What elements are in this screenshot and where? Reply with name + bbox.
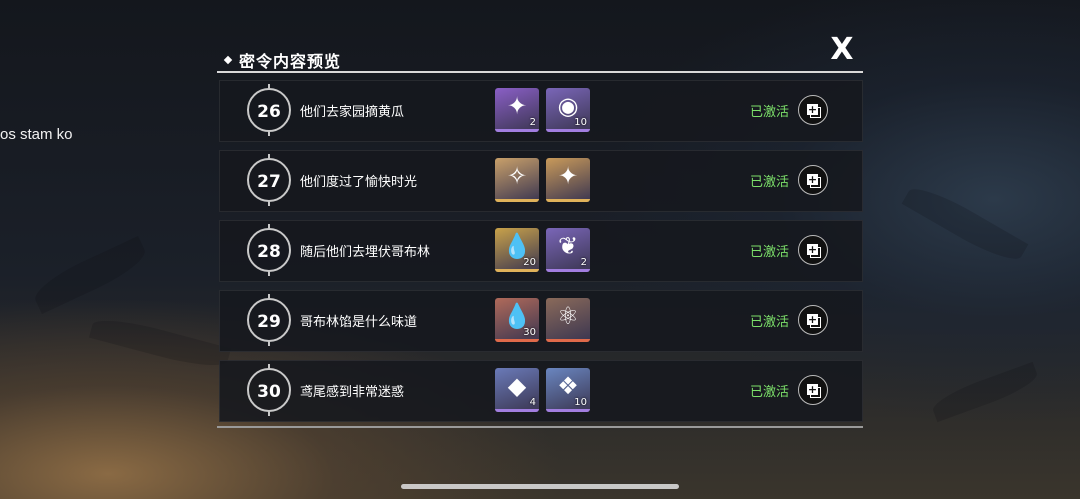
cipher-number-badge: 27 <box>247 154 291 206</box>
plus-icon: + <box>807 243 818 256</box>
cipher-preview-panel: 密令内容预览 26 他们去家园摘黄瓜 ✦ 2 ◉ 10 已激活 +27 他们度过了愉快时光 ✧ ✦ 已… <box>217 40 863 430</box>
reward-item[interactable]: 💧 30 <box>495 298 539 342</box>
cipher-title: 鸢尾感到非常迷惑 <box>300 385 405 400</box>
header-divider <box>217 71 863 73</box>
crystal-orb-icon: ◉ <box>557 92 579 120</box>
cipher-list: 26 他们去家园摘黄瓜 ✦ 2 ◉ 10 已激活 +27 他们度过了愉快时光 ✧ ✦ 已激活 +28 随后… <box>217 80 863 430</box>
plus-icon: + <box>807 103 818 116</box>
rarity-bar <box>546 409 590 412</box>
expand-button[interactable]: + <box>798 235 828 265</box>
plus-icon: + <box>807 313 818 326</box>
reward-item[interactable]: ❦ 2 <box>546 228 590 272</box>
reward-item[interactable]: ✧ <box>495 158 539 202</box>
cipher-title: 他们去家园摘黄瓜 <box>300 105 405 120</box>
item-count: 10 <box>574 397 587 408</box>
reward-item[interactable]: ◆ 4 <box>495 368 539 412</box>
ice-crystal-icon: ❖ <box>557 372 579 400</box>
reward-item[interactable]: ✦ 2 <box>495 88 539 132</box>
rarity-bar <box>495 409 539 412</box>
cipher-number-badge: 30 <box>247 364 291 416</box>
pink-star-card-icon: ✧ <box>506 162 528 190</box>
plus-icon: + <box>807 173 818 186</box>
item-count: 10 <box>574 117 587 128</box>
background-leaf <box>29 236 151 314</box>
rarity-bar <box>495 269 539 272</box>
status-badge: 已激活 <box>750 315 790 330</box>
item-count: 2 <box>580 257 587 268</box>
side-text-fragment: os stam ko <box>0 126 73 143</box>
item-count: 2 <box>529 117 536 128</box>
gold-puzzle-icon: ✦ <box>557 162 579 190</box>
item-count: 4 <box>529 397 536 408</box>
cipher-number-badge: 28 <box>247 224 291 276</box>
expand-button[interactable]: + <box>798 375 828 405</box>
rarity-bar <box>495 339 539 342</box>
footer-divider <box>217 426 863 428</box>
cipher-number-badge: 26 <box>247 84 291 136</box>
rarity-bar <box>546 269 590 272</box>
reward-item[interactable]: ✦ <box>546 158 590 202</box>
blue-crystal-icon: ◆ <box>507 372 527 400</box>
cipher-row: 30 鸢尾感到非常迷惑 ◆ 4 ❖ 10 已激活 + <box>219 360 863 422</box>
reward-item[interactable]: ❖ 10 <box>546 368 590 412</box>
background-leaf <box>901 179 1029 269</box>
rarity-bar <box>495 199 539 202</box>
cipher-number-badge: 29 <box>247 294 291 346</box>
status-badge: 已激活 <box>750 175 790 190</box>
gold-drop-icon: 💧 <box>502 232 532 260</box>
rarity-bar <box>495 129 539 132</box>
feather-leaf-icon: ❦ <box>557 232 579 260</box>
purple-puzzle-icon: ✦ <box>506 92 528 120</box>
cipher-row: 26 他们去家园摘黄瓜 ✦ 2 ◉ 10 已激活 + <box>219 80 863 142</box>
status-badge: 已激活 <box>750 385 790 400</box>
rarity-bar <box>546 129 590 132</box>
rarity-bar <box>546 199 590 202</box>
home-indicator[interactable] <box>401 484 679 489</box>
rarity-bar <box>546 339 590 342</box>
panel-header: 密令内容预览 <box>223 48 342 72</box>
item-count: 20 <box>523 257 536 268</box>
rainbow-drop-icon: 💧 <box>502 302 532 330</box>
cipher-row: 29 哥布林馅是什么味道 💧 30 ⚛ 已激活 + <box>219 290 863 352</box>
reward-item[interactable]: ◉ 10 <box>546 88 590 132</box>
close-button[interactable]: X <box>825 33 859 67</box>
cipher-title: 哥布林馅是什么味道 <box>300 315 418 330</box>
status-badge: 已激活 <box>750 245 790 260</box>
background-leaf <box>929 361 1041 423</box>
reward-item[interactable]: 💧 20 <box>495 228 539 272</box>
cipher-row: 27 他们度过了愉快时光 ✧ ✦ 已激活 + <box>219 150 863 212</box>
panel-title: 密令内容预览 <box>239 52 342 71</box>
atom-orb-icon: ⚛ <box>557 302 579 330</box>
expand-button[interactable]: + <box>798 165 828 195</box>
expand-button[interactable]: + <box>798 95 828 125</box>
cipher-row: 28 随后他们去埋伏哥布林 💧 20 ❦ 2 已激活 + <box>219 220 863 282</box>
item-count: 30 <box>523 327 536 338</box>
diamond-icon <box>223 55 233 65</box>
background-leaf <box>89 312 231 374</box>
expand-button[interactable]: + <box>798 305 828 335</box>
cipher-title: 他们度过了愉快时光 <box>300 175 418 190</box>
reward-item[interactable]: ⚛ <box>546 298 590 342</box>
cipher-title: 随后他们去埋伏哥布林 <box>300 245 431 260</box>
status-badge: 已激活 <box>750 105 790 120</box>
plus-icon: + <box>807 383 818 396</box>
